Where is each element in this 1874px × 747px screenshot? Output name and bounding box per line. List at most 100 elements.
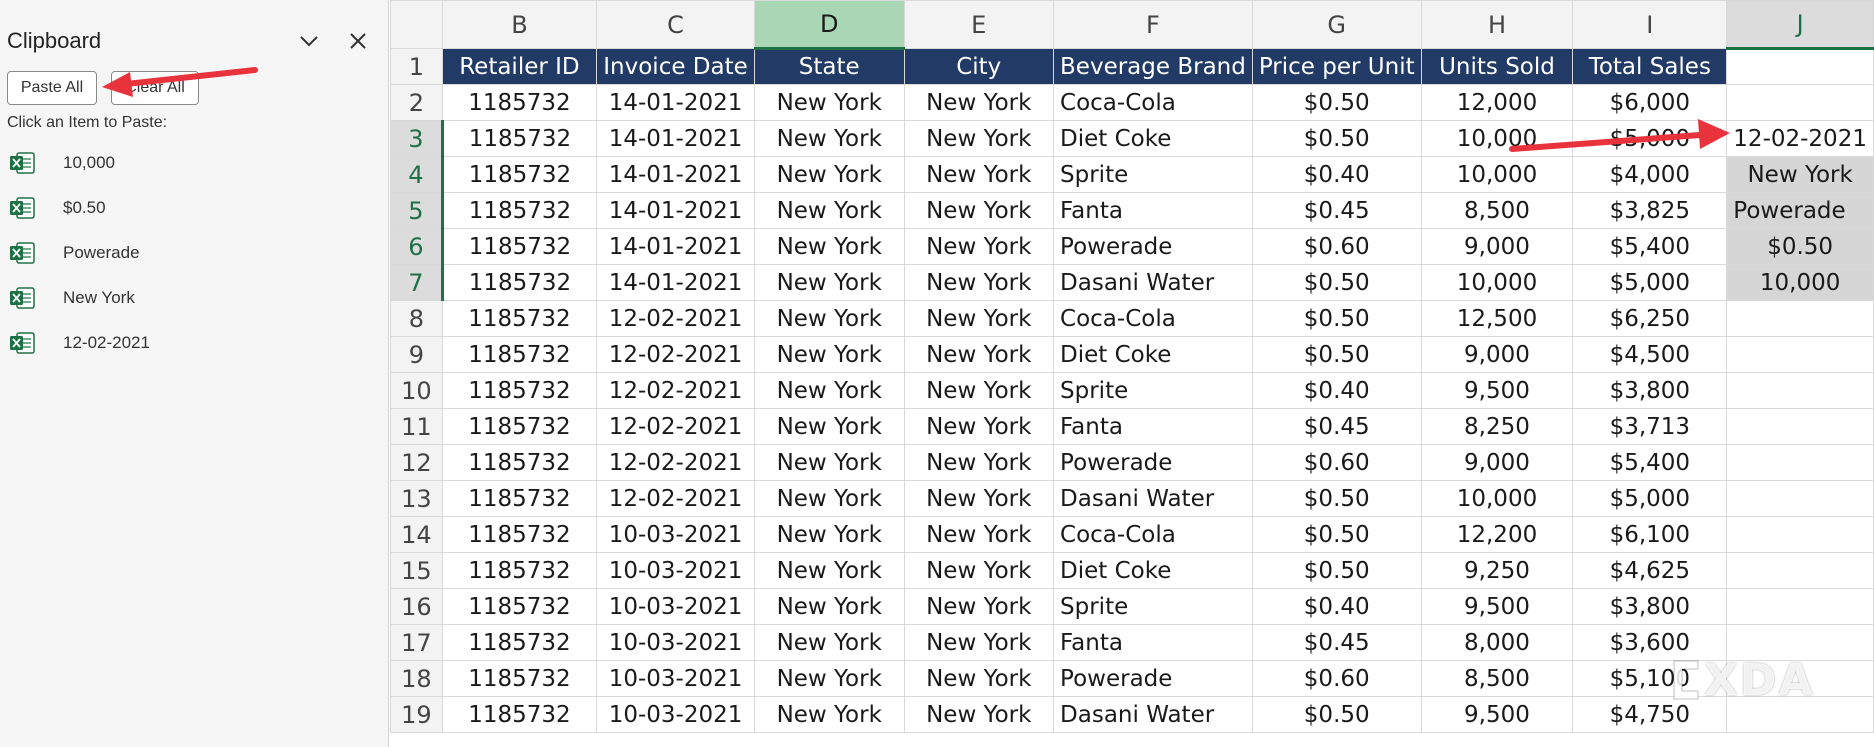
cell[interactable]: 1185732 [441,516,598,553]
cell[interactable]: New York [753,372,905,409]
cell[interactable]: 1185732 [441,264,598,301]
pasted-cell[interactable]: Powerade [1726,192,1874,229]
cell[interactable]: 10,000 [1420,156,1574,193]
row-header[interactable]: 12 [390,444,443,481]
cell[interactable]: Coca-Cola [1053,300,1253,337]
cell[interactable]: New York [753,120,905,157]
cell[interactable]: 12-02-2021 [596,300,755,337]
cell[interactable]: $0.50 [1251,336,1422,373]
cell[interactable]: Diet Coke [1053,336,1253,373]
cell[interactable]: New York [903,300,1055,337]
pasted-cell[interactable]: New York [1726,156,1874,193]
cell[interactable]: 1185732 [441,84,598,121]
cell[interactable]: New York [903,264,1055,301]
cell[interactable]: New York [903,480,1055,517]
cell[interactable]: New York [903,336,1055,373]
clipboard-item[interactable]: New York [0,278,388,318]
column-header-i[interactable]: I [1572,0,1728,49]
cell[interactable]: New York [903,516,1055,553]
cell[interactable]: 1185732 [441,336,598,373]
cell[interactable]: Sprite [1053,588,1253,625]
cell[interactable]: New York [903,552,1055,589]
cell[interactable]: $3,800 [1572,588,1728,625]
cell[interactable]: 14-01-2021 [596,156,755,193]
active-pasted-cell[interactable]: 12-02-2021 [1726,120,1874,157]
clipboard-item[interactable]: 10,000 [0,143,388,183]
cell[interactable]: $5,000 [1572,480,1728,517]
cell[interactable]: New York [753,516,905,553]
cell[interactable]: 8,000 [1420,624,1574,661]
table-column-header[interactable]: Units Sold [1420,48,1574,85]
clipboard-item[interactable]: $0.50 [0,188,388,228]
cell[interactable]: 9,500 [1420,588,1574,625]
cell[interactable]: 10-03-2021 [596,660,755,697]
table-column-header[interactable]: Total Sales [1572,48,1728,85]
cell[interactable]: 1185732 [441,480,598,517]
cell[interactable]: $0.45 [1251,624,1422,661]
cell[interactable]: 9,000 [1420,444,1574,481]
cell[interactable]: New York [753,660,905,697]
cell[interactable]: 8,500 [1420,660,1574,697]
cell[interactable]: New York [903,372,1055,409]
cell[interactable]: Dasani Water [1053,264,1253,301]
column-header-b[interactable]: B [441,0,598,49]
row-header[interactable]: 3 [390,120,444,157]
cell[interactable]: New York [903,408,1055,445]
cell[interactable]: Diet Coke [1053,120,1253,157]
row-header[interactable]: 2 [390,84,443,121]
cell[interactable]: 1185732 [441,156,598,193]
cell[interactable]: Diet Coke [1053,552,1253,589]
cell[interactable]: New York [753,552,905,589]
cell[interactable]: New York [903,120,1055,157]
cell[interactable]: $0.50 [1251,696,1422,733]
cell[interactable]: Powerade [1053,444,1253,481]
cell[interactable]: $0.45 [1251,408,1422,445]
cell[interactable]: $5,000 [1572,120,1728,157]
column-header-g[interactable]: G [1251,0,1422,49]
cell[interactable]: New York [903,84,1055,121]
cell[interactable] [1726,480,1874,517]
cell[interactable] [1726,300,1874,337]
cell[interactable]: $5,000 [1572,264,1728,301]
cell[interactable]: 1185732 [441,120,598,157]
cell[interactable]: 12,000 [1420,84,1574,121]
cell[interactable]: New York [903,444,1055,481]
cell[interactable]: New York [903,588,1055,625]
cell[interactable]: Fanta [1053,408,1253,445]
row-header[interactable]: 13 [390,480,443,517]
clipboard-item[interactable]: 12-02-2021 [0,323,388,363]
cell[interactable]: 1185732 [441,696,598,733]
cell[interactable]: Dasani Water [1053,696,1253,733]
cell[interactable]: $4,000 [1572,156,1728,193]
row-header[interactable]: 18 [390,660,443,697]
column-header-j[interactable]: J [1726,0,1874,50]
cell[interactable]: $6,250 [1572,300,1728,337]
cell[interactable]: New York [753,228,905,265]
cell[interactable]: New York [753,444,905,481]
cell[interactable]: 9,000 [1420,228,1574,265]
cell[interactable]: Dasani Water [1053,480,1253,517]
cell[interactable]: 14-01-2021 [596,120,755,157]
cell[interactable]: $0.50 [1251,300,1422,337]
cell[interactable]: New York [753,480,905,517]
row-header[interactable]: 5 [390,192,444,229]
cell[interactable] [1726,336,1874,373]
cell[interactable] [1726,372,1874,409]
cell[interactable]: $0.60 [1251,444,1422,481]
table-column-header[interactable]: Beverage Brand [1053,48,1253,85]
row-header[interactable]: 14 [390,516,443,553]
pane-options-button[interactable] [294,26,324,56]
cell[interactable]: 10-03-2021 [596,624,755,661]
cell[interactable] [1726,552,1874,589]
cell[interactable]: New York [753,696,905,733]
column-header-f[interactable]: F [1053,0,1253,49]
cell[interactable]: 1185732 [441,660,598,697]
cell[interactable]: $5,400 [1572,228,1728,265]
row-header[interactable]: 16 [390,588,443,625]
select-all-corner[interactable] [390,0,443,49]
cell[interactable]: 1185732 [441,300,598,337]
table-column-header[interactable]: State [753,48,905,85]
cell[interactable]: $0.40 [1251,372,1422,409]
cell[interactable]: $0.40 [1251,588,1422,625]
cell[interactable]: New York [753,336,905,373]
